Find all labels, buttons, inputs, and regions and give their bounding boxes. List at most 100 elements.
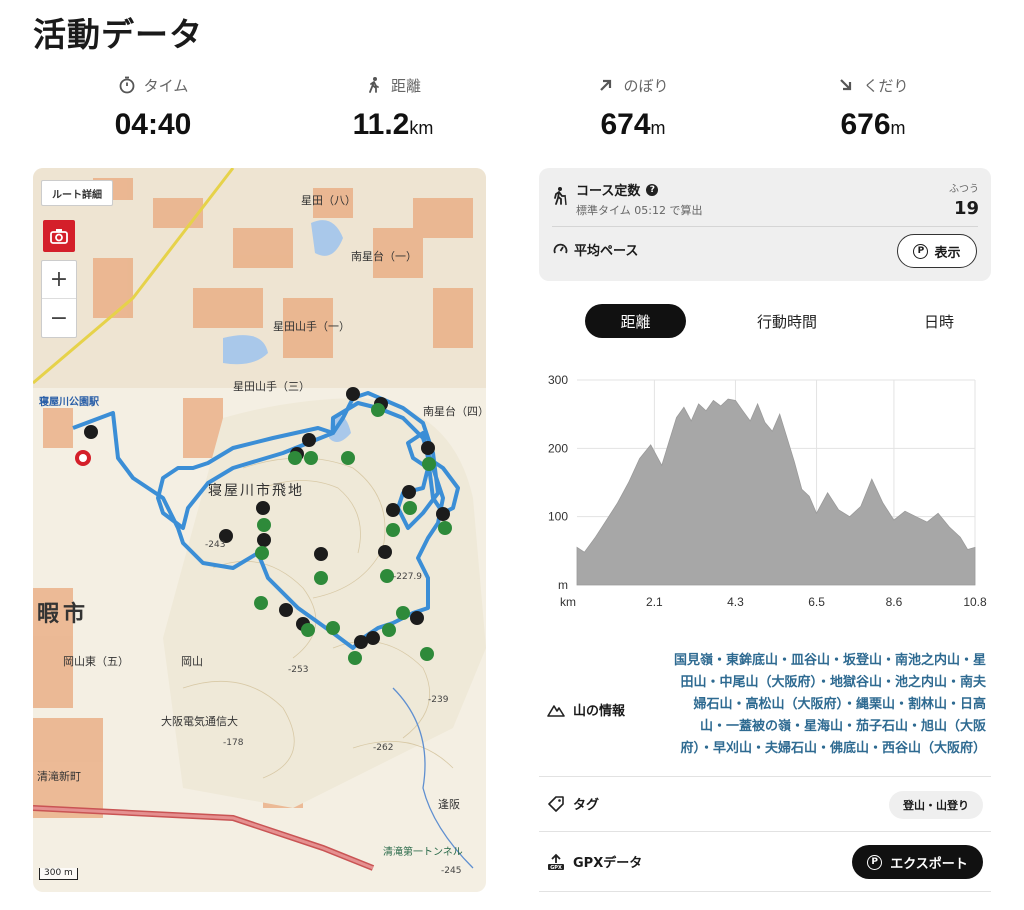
course-value: 19 (953, 198, 979, 219)
stat-ascent-value: 674 (600, 108, 651, 141)
map-label-elev-239: -239 (428, 695, 449, 705)
map-label-tunnel: 清滝第一トンネル (383, 847, 463, 858)
elevation-chart: 100 200 300 2.1 4.3 6.5 8.6 10.8 m km (539, 365, 991, 615)
zoom-out-button[interactable]: − (42, 299, 76, 337)
mountain-line[interactable]: 田山・中尾山（大阪府）・地獄谷山・池之内山・南夫 (654, 672, 986, 694)
course-title: コース定数 (576, 184, 641, 199)
map-label-minamihoshidai1: 南星台（一） (351, 250, 417, 263)
y-tick-label: 200 (548, 441, 568, 455)
x-tick-label: 8.6 (886, 595, 903, 609)
show-button-label: 表示 (934, 245, 961, 261)
y-axis-label: m (558, 578, 568, 592)
mountain-icon (547, 704, 565, 717)
course-subtitle: 標準タイム 05:12 で算出 (576, 204, 703, 217)
tab-distance[interactable]: 距離 (585, 304, 686, 338)
course-constant-card: コース定数? 標準タイム 05:12 で算出 ふつう 19 平均ペース P 表示 (539, 168, 991, 281)
camera-icon (50, 229, 68, 244)
show-pace-button[interactable]: P 表示 (897, 234, 977, 268)
map-label-hoshida8: 星田（八） (301, 194, 356, 207)
help-icon[interactable]: ? (646, 183, 659, 196)
stat-distance: 距離 11.2km (273, 72, 513, 142)
gpx-label: GPXデータ (573, 856, 643, 871)
x-tick-label: 4.3 (727, 595, 744, 609)
premium-icon: P (867, 854, 883, 870)
stat-time: タイム 04:40 (33, 72, 273, 142)
chart-tabs: 距離 行動時間 日時 (585, 304, 981, 338)
map-label-elev-243: -243 (205, 540, 226, 550)
gauge-icon (553, 243, 568, 254)
map-label-university: 大阪電気通信大 (161, 715, 238, 728)
map-label-hoshida3: 星田山手（三） (233, 380, 310, 393)
tab-time[interactable]: 行動時間 (735, 304, 839, 338)
course-level: ふつう (949, 184, 979, 195)
x-tick-label: 2.1 (646, 595, 663, 609)
stat-distance-unit: km (409, 118, 434, 138)
pace-label: 平均ペース (574, 244, 639, 259)
stat-distance-label: 距離 (390, 76, 421, 95)
export-button-label: エクスポート (890, 856, 968, 872)
walker-icon (369, 77, 379, 93)
tab-datetime[interactable]: 日時 (895, 304, 983, 338)
arrow-down-right-icon (840, 79, 852, 91)
export-button[interactable]: P エクスポート (852, 845, 983, 879)
mountain-list[interactable]: 国見嶺・東鉾底山・皿谷山・坂登山・南池之内山・星 田山・中尾山（大阪府）・地獄谷… (654, 650, 986, 760)
map-label-okayama-east: 岡山東（五） (63, 655, 129, 668)
tag-pill[interactable]: 登山・山登り (889, 791, 983, 819)
elevation-area (576, 398, 976, 586)
mountain-line[interactable]: 山・一蓋被の嶺・星海山・茄子石山・旭山（大阪 (654, 716, 986, 738)
map-label-hoshida1: 星田山手（一） (273, 320, 350, 333)
stat-time-value: 04:40 (114, 108, 192, 141)
map-label-district: 寝屋川市飛地 (208, 483, 304, 499)
stat-time-label: タイム (143, 76, 189, 95)
gpx-icon: GPX (548, 853, 564, 871)
mountain-line[interactable]: 国見嶺・東鉾底山・皿谷山・坂登山・南池之内山・星 (654, 650, 986, 672)
route-detail-button[interactable]: ルート詳細 (41, 180, 113, 206)
stat-distance-value: 11.2 (352, 108, 410, 141)
x-tick-label: 10.8 (963, 595, 987, 609)
divider (552, 226, 978, 227)
stat-ascent-label: のぼり (623, 76, 669, 95)
zoom-in-button[interactable]: + (42, 261, 76, 299)
map-scale-bar: 300 m (39, 868, 78, 880)
hiker-icon (554, 187, 567, 206)
page-title: 活動データ (33, 15, 203, 54)
map-canvas (33, 168, 486, 871)
x-tick-label: 6.5 (808, 595, 825, 609)
map-label-okayama: 岡山 (181, 655, 203, 668)
map-label-city: 暇市 (37, 602, 90, 627)
map-label-elev-245: -245 (441, 866, 462, 876)
map-label-elev-262: -262 (373, 743, 394, 753)
map-label-ousaka: 逢阪 (438, 798, 460, 811)
camera-button[interactable] (43, 220, 75, 252)
tag-icon (548, 795, 564, 812)
stat-ascent: のぼり 674m (513, 72, 753, 142)
stat-descent-value: 676 (840, 108, 891, 141)
stat-descent-label: くだり (863, 76, 909, 95)
stat-ascent-unit: m (650, 118, 666, 138)
gpx-row: GPX GPXデータ P エクスポート (539, 832, 991, 892)
elevation-chart-svg: 100 200 300 2.1 4.3 6.5 8.6 10.8 m km (548, 373, 987, 609)
stat-descent-unit: m (890, 118, 906, 138)
premium-icon: P (913, 243, 929, 259)
y-tick-label: 300 (548, 373, 568, 387)
mountain-line[interactable]: 府）・早刈山・夫婦石山・佛底山・西谷山（大阪府） (654, 738, 986, 760)
map-label-elev-227: -227.9 (393, 572, 423, 582)
map-label-station: 寝屋川公園駅 (39, 397, 99, 408)
route-map[interactable]: 寝屋川公園駅 寝屋川市飛地 星田山手（三） 星田山手（一） 南星台（一） 南星台… (33, 168, 486, 892)
map-label-minamihoshidai4: 南星台（四） (423, 405, 486, 418)
map-label-kiyotaki: 清滝新町 (37, 770, 81, 783)
y-tick-label: 100 (548, 510, 568, 524)
activity-stats: タイム 04:40 距離 11.2km のぼり 674m くだり 676m (33, 72, 991, 152)
zoom-control: + − (41, 260, 77, 338)
map-label-elev-253: -253 (288, 665, 309, 675)
mountain-info-row: 山の情報 国見嶺・東鉾底山・皿谷山・坂登山・南池之内山・星 田山・中尾山（大阪府… (539, 650, 991, 777)
stopwatch-icon (119, 76, 135, 94)
stat-descent: くだり 676m (753, 72, 993, 142)
mountain-line[interactable]: 婦石山・高松山（大阪府）・縄栗山・割林山・日高 (654, 694, 986, 716)
x-axis-label: km (560, 595, 576, 609)
mountain-info-label: 山の情報 (573, 704, 626, 719)
map-label-elev-178: -178 (223, 738, 244, 748)
tags-label: タグ (573, 798, 600, 813)
svg-text:GPX: GPX (550, 865, 562, 871)
arrow-up-right-icon (600, 79, 612, 91)
